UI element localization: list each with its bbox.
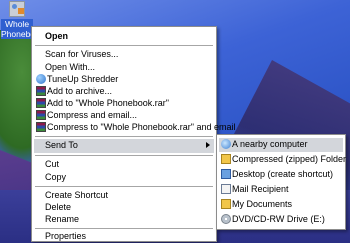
mail-icon [221, 184, 231, 194]
menu-item-open[interactable]: Open [34, 30, 214, 43]
menu-separator [35, 136, 213, 137]
menu-item-scan-for-viruses[interactable]: Scan for Viruses... [34, 48, 214, 61]
menu-separator [35, 186, 213, 187]
menu-item-rename[interactable]: Rename [34, 213, 214, 226]
menu-separator [35, 45, 213, 46]
desktop-icon-label: Whole Phonebook [1, 19, 33, 39]
desktop-icon [221, 169, 231, 179]
send-to-my-documents[interactable]: My Documents [219, 198, 343, 211]
nearby-computer-icon [221, 139, 231, 149]
archive-file-icon [9, 1, 25, 17]
context-menu: Open Scan for Viruses... Open With... Tu… [31, 26, 235, 243]
submenu-arrow-icon [206, 142, 210, 148]
menu-item-cut[interactable]: Cut [34, 158, 214, 171]
send-to-compressed-folder[interactable]: Compressed (zipped) Folder [219, 153, 346, 166]
send-to-nearby-computer[interactable]: A nearby computer [219, 138, 343, 152]
menu-separator [35, 155, 213, 156]
desktop-icon-whole-phonebook[interactable]: Whole Phonebook [0, 0, 34, 42]
shredder-icon [36, 74, 46, 84]
send-to-mail-recipient[interactable]: Mail Recipient [219, 183, 343, 196]
send-to-desktop[interactable]: Desktop (create shortcut) [219, 168, 343, 181]
winrar-icon [36, 122, 46, 132]
menu-item-copy[interactable]: Copy [34, 171, 214, 184]
dvd-drive-icon [221, 214, 231, 224]
my-documents-icon [221, 199, 231, 209]
winrar-icon [36, 86, 46, 96]
winrar-icon [36, 98, 46, 108]
send-to-dvd-drive[interactable]: DVD/CD-RW Drive (E:) [219, 213, 343, 226]
menu-item-compress-to-rar-and-email[interactable]: Compress to "Whole Phonebook.rar" and em… [34, 121, 235, 134]
menu-item-send-to[interactable]: Send To [34, 139, 214, 153]
menu-item-properties[interactable]: Properties [34, 230, 214, 243]
zip-folder-icon [221, 154, 231, 164]
winrar-icon [36, 110, 46, 120]
menu-separator [35, 228, 213, 229]
send-to-submenu: A nearby computer Compressed (zipped) Fo… [216, 134, 346, 230]
